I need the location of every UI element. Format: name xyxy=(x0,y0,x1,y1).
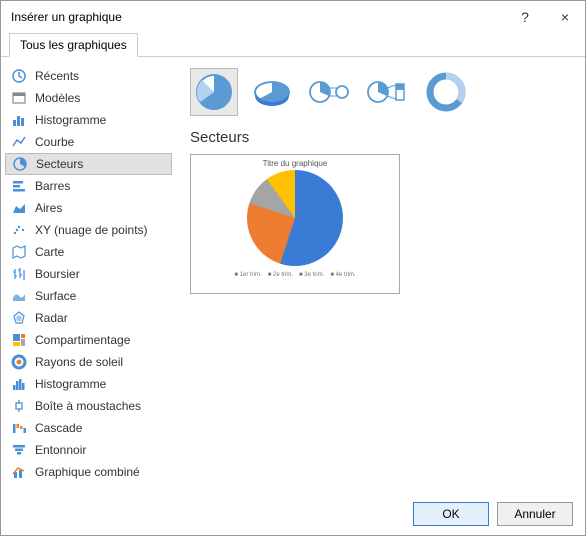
sidebar-item-label: Histogramme xyxy=(35,377,106,391)
sidebar-item-radar[interactable]: Radar xyxy=(5,307,172,329)
subtype-pie-of-pie[interactable] xyxy=(306,68,354,116)
funnel-chart-icon xyxy=(11,442,27,458)
main-panel: Secteurs Titre du graphique 1er trim. 2e… xyxy=(176,57,585,493)
section-title: Secteurs xyxy=(190,129,571,146)
sidebar-item-label: Graphique combiné xyxy=(35,465,140,479)
sidebar-item-label: Rayons de soleil xyxy=(35,355,123,369)
sidebar-item-templates[interactable]: Modèles xyxy=(5,87,172,109)
ok-button[interactable]: OK xyxy=(413,502,489,526)
sidebar-item-surface[interactable]: Surface xyxy=(5,285,172,307)
histogram-chart-icon xyxy=(11,376,27,392)
subtype-pie[interactable] xyxy=(190,68,238,116)
bar-chart-icon xyxy=(11,178,27,194)
templates-icon xyxy=(11,90,27,106)
subtype-pie-3d[interactable] xyxy=(248,68,296,116)
treemap-chart-icon xyxy=(11,332,27,348)
surface-chart-icon xyxy=(11,288,27,304)
sidebar-item-label: Courbe xyxy=(35,135,74,149)
sidebar-item-map[interactable]: Carte xyxy=(5,241,172,263)
sidebar-item-label: Aires xyxy=(35,201,62,215)
sidebar-item-label: Histogramme xyxy=(35,113,106,127)
sidebar-item-recents[interactable]: Récents xyxy=(5,65,172,87)
help-button[interactable]: ? xyxy=(505,1,545,33)
sidebar-item-label: Carte xyxy=(35,245,64,259)
sidebar-item-scatter[interactable]: XY (nuage de points) xyxy=(5,219,172,241)
footer: OK Annuler xyxy=(1,493,585,535)
combo-chart-icon xyxy=(11,464,27,480)
sidebar-item-label: Radar xyxy=(35,311,68,325)
legend-item: 1er trim. xyxy=(234,272,261,278)
preview-legend: 1er trim. 2e trim. 3e trim. 4e trim. xyxy=(234,272,355,278)
line-chart-icon xyxy=(11,134,27,150)
legend-item: 2e trim. xyxy=(268,272,293,278)
sidebar-item-area[interactable]: Aires xyxy=(5,197,172,219)
sidebar-item-label: Boursier xyxy=(35,267,80,281)
sidebar-item-pie[interactable]: Secteurs xyxy=(5,153,172,175)
preview-title: Titre du graphique xyxy=(263,159,328,168)
map-chart-icon xyxy=(11,244,27,260)
sidebar-item-sunburst[interactable]: Rayons de soleil xyxy=(5,351,172,373)
sidebar-item-label: Boîte à moustaches xyxy=(35,399,141,413)
sidebar-item-label: Cascade xyxy=(35,421,82,435)
subtype-bar-of-pie[interactable] xyxy=(364,68,412,116)
sidebar-item-stock[interactable]: Boursier xyxy=(5,263,172,285)
sidebar-item-waterfall[interactable]: Cascade xyxy=(5,417,172,439)
sidebar-item-label: Barres xyxy=(35,179,70,193)
sidebar-item-label: Compartimentage xyxy=(35,333,130,347)
titlebar: Insérer un graphique ? × xyxy=(1,1,585,33)
sidebar-item-label: Surface xyxy=(35,289,76,303)
chart-preview[interactable]: Titre du graphique 1er trim. 2e trim. 3e… xyxy=(190,154,400,294)
pie-chart-icon xyxy=(12,156,28,172)
sidebar: Récents Modèles Histogramme Courbe Secte… xyxy=(1,57,176,493)
window-title: Insérer un graphique xyxy=(11,10,505,24)
recents-icon xyxy=(11,68,27,84)
sidebar-item-combo[interactable]: Graphique combiné xyxy=(5,461,172,483)
cancel-button[interactable]: Annuler xyxy=(497,502,573,526)
tab-all-charts[interactable]: Tous les graphiques xyxy=(9,33,138,57)
tabstrip: Tous les graphiques xyxy=(1,33,585,57)
sidebar-item-label: Entonnoir xyxy=(35,443,86,457)
sidebar-item-label: Modèles xyxy=(35,91,80,105)
content: Récents Modèles Histogramme Courbe Secte… xyxy=(1,57,585,493)
sunburst-chart-icon xyxy=(11,354,27,370)
sidebar-item-column[interactable]: Histogramme xyxy=(5,109,172,131)
waterfall-chart-icon xyxy=(11,420,27,436)
area-chart-icon xyxy=(11,200,27,216)
scatter-chart-icon xyxy=(11,222,27,238)
sidebar-item-label: Secteurs xyxy=(36,157,83,171)
subtype-row xyxy=(190,67,571,117)
column-chart-icon xyxy=(11,112,27,128)
sidebar-item-label: XY (nuage de points) xyxy=(35,223,148,237)
stock-chart-icon xyxy=(11,266,27,282)
sidebar-item-funnel[interactable]: Entonnoir xyxy=(5,439,172,461)
preview-pie xyxy=(247,170,343,266)
box-whisker-icon xyxy=(11,398,27,414)
legend-item: 4e trim. xyxy=(330,272,355,278)
legend-item: 3e trim. xyxy=(299,272,324,278)
sidebar-item-label: Récents xyxy=(35,69,79,83)
sidebar-item-bar[interactable]: Barres xyxy=(5,175,172,197)
subtype-doughnut[interactable] xyxy=(422,68,470,116)
close-button[interactable]: × xyxy=(545,1,585,33)
sidebar-item-treemap[interactable]: Compartimentage xyxy=(5,329,172,351)
sidebar-item-line[interactable]: Courbe xyxy=(5,131,172,153)
sidebar-item-histogram[interactable]: Histogramme xyxy=(5,373,172,395)
radar-chart-icon xyxy=(11,310,27,326)
sidebar-item-boxwhisker[interactable]: Boîte à moustaches xyxy=(5,395,172,417)
